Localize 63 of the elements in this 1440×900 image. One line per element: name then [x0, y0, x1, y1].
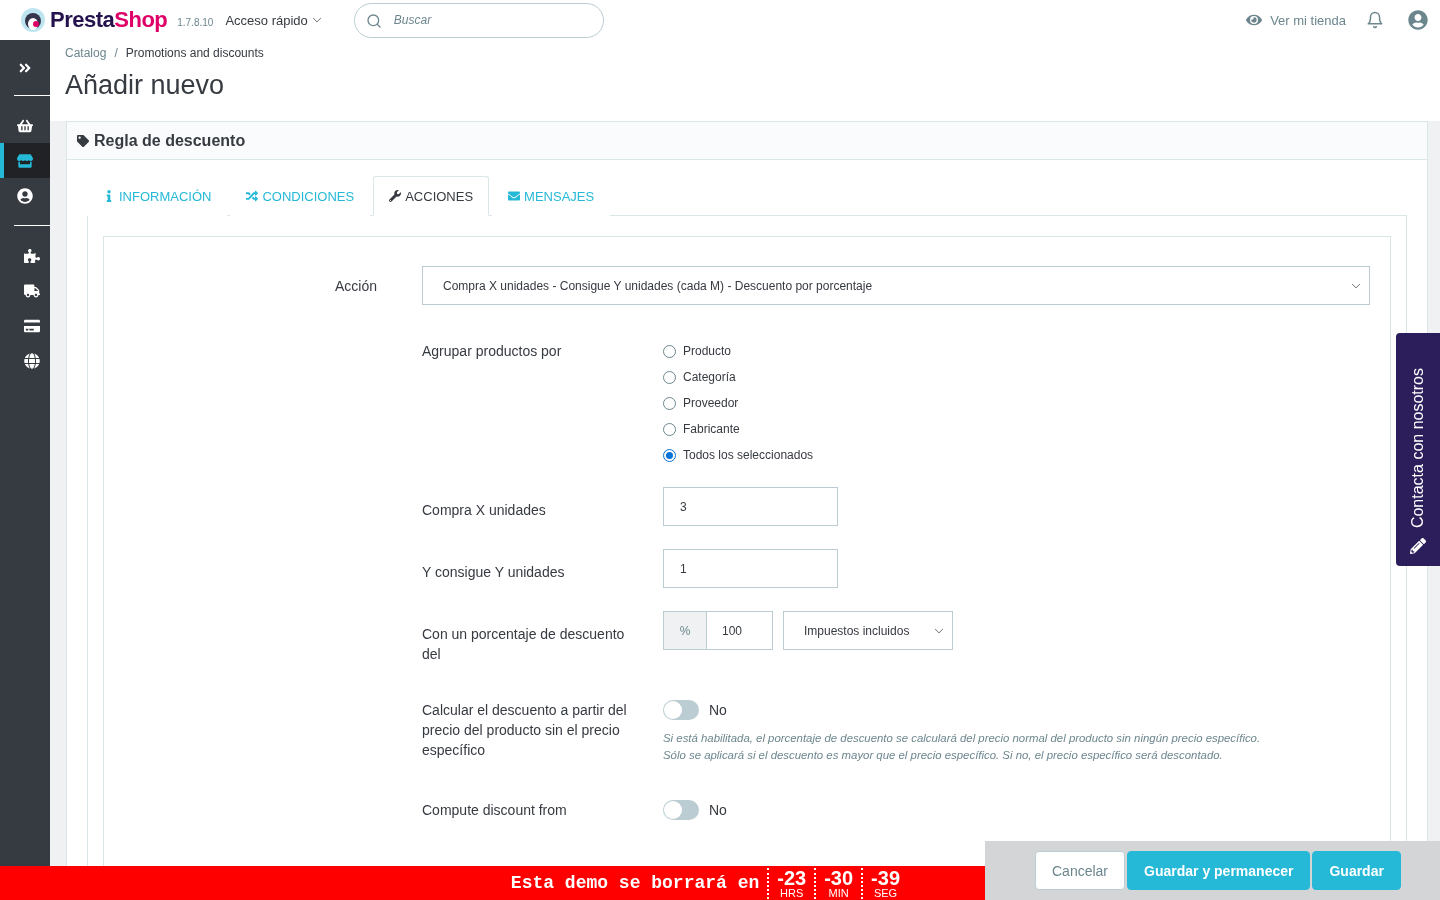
truck-icon	[24, 282, 40, 299]
panel-title: Regla de descuento	[94, 131, 246, 150]
card-icon	[24, 317, 40, 334]
tag-icon	[77, 134, 89, 147]
radio-label: Producto	[683, 344, 732, 358]
countdown-unit: MIN	[828, 887, 849, 899]
radio-label: Todos los seleccionados	[683, 448, 814, 462]
breadcrumb-separator: /	[114, 46, 118, 60]
field-label: Calcular el descuento a partir del precio del producto sin el precio específico	[422, 701, 628, 760]
tax-select[interactable]: Impuestos incluidos	[783, 611, 953, 650]
field-label: Con un porcentaje de descuento del	[422, 625, 626, 664]
countdown-value: -23	[777, 867, 807, 888]
field-label: Compra X unidades	[422, 501, 547, 520]
breadcrumb-link[interactable]: Promotions and discounts	[125, 46, 264, 60]
wrench-icon	[389, 190, 402, 202]
toggle-switch[interactable]	[663, 700, 699, 720]
countdown-unit: SEG	[873, 887, 898, 899]
demo-text: Esta demo se borrará en	[510, 873, 760, 893]
logo-icon	[20, 7, 46, 33]
help-text: Sólo se aplicará si el descuento es mayor que el precio específico. Si no, el precio específico será descontado.	[663, 748, 1224, 763]
shuffle-icon	[246, 190, 259, 202]
cancel-button[interactable]: Cancelar	[1035, 851, 1126, 890]
radio-label: Categoría	[683, 370, 736, 384]
radio-label: Proveedor	[683, 396, 739, 410]
countdown-unit: HRS	[780, 887, 804, 899]
toggle-switch[interactable]	[663, 800, 699, 820]
countdown-value: -30	[824, 867, 854, 888]
user-icon[interactable]	[1408, 10, 1428, 30]
envelope-icon	[508, 190, 521, 202]
search-icon	[365, 12, 382, 29]
toggle-state: No	[709, 802, 727, 818]
field-label: Agrupar productos por	[422, 342, 563, 361]
field-label: Y consigue Y unidades	[422, 563, 566, 582]
field-label: Acción	[333, 277, 378, 294]
page-title: Añadir nuevo	[65, 70, 226, 101]
eye-icon	[1246, 12, 1263, 28]
radio-label: Fabricante	[683, 422, 740, 436]
input-field[interactable]: 3	[663, 487, 838, 526]
help-text: Si está habilitada, el porcentaje de descuento se calculará del precio normal del producto sin ningún precio específico.	[663, 731, 1262, 746]
bell-icon[interactable]	[1366, 11, 1384, 29]
countdown-value: -39	[871, 867, 900, 888]
basket-icon	[17, 117, 33, 134]
pencil-icon	[1410, 538, 1426, 554]
version-text: 1.7.8.10	[177, 16, 214, 28]
percent-field[interactable]: 100	[707, 611, 773, 650]
globe-icon	[24, 352, 40, 369]
field-label: Compute discount from	[422, 801, 568, 820]
percent-addon: %	[663, 611, 707, 650]
caret-icon	[311, 15, 322, 25]
puzzle-icon	[24, 247, 40, 264]
breadcrumb-link[interactable]: Catalog	[65, 46, 107, 60]
brand-name: PrestaShop	[50, 7, 168, 33]
quick-access-menu[interactable]: Acceso rápido	[225, 12, 322, 28]
action-select[interactable]: Compra X unidades - Consigue Y unidades (cada M) - Descuento por porcentaje	[422, 266, 1370, 305]
input-field[interactable]: 1	[663, 549, 838, 588]
search-field[interactable]: Buscar	[353, 2, 604, 38]
toggle-state: No	[709, 702, 727, 718]
tab[interactable]: ACCIONES	[373, 176, 490, 216]
user-icon	[17, 187, 33, 204]
store-icon	[17, 152, 33, 169]
view-store-link[interactable]: Ver mi tienda	[1246, 12, 1346, 28]
contact-tab[interactable]: Contacta con nosotros	[1396, 333, 1440, 566]
sidebar-item[interactable]	[0, 143, 50, 178]
